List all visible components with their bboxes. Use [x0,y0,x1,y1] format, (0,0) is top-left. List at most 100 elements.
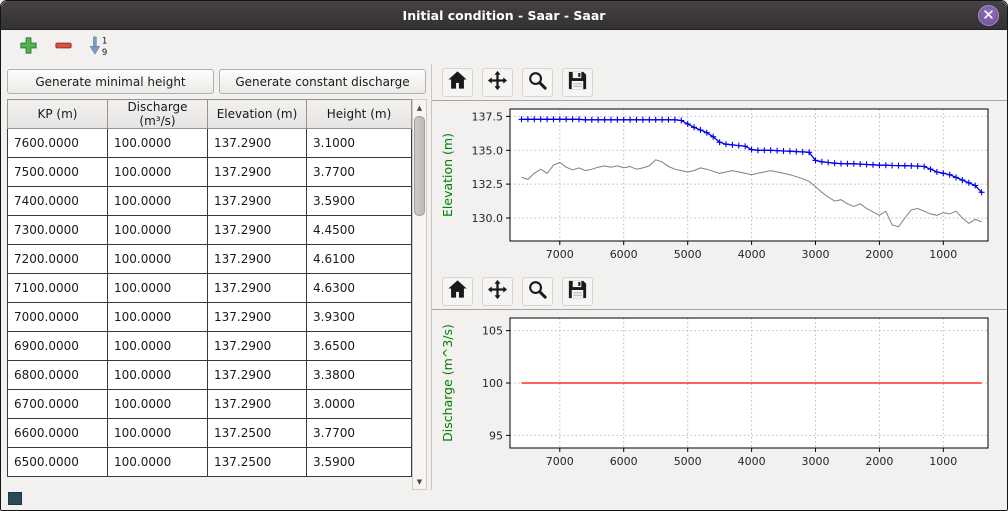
table-cell[interactable]: 7600.0000 [8,129,108,158]
svg-text:4000: 4000 [738,455,766,468]
table-zone: KP (m)Discharge (m³/s)Elevation (m)Heigh… [7,99,431,490]
table-cell[interactable]: 6900.0000 [8,332,108,361]
scroll-down-button[interactable]: ▼ [413,474,426,489]
app-window: Initial condition - Saar - Saar 19 Gener… [0,0,1008,511]
table-cell[interactable]: 3.3800 [307,361,412,390]
svg-text:1000: 1000 [929,248,957,261]
elevation-save-button[interactable] [562,68,593,97]
table-cell[interactable]: 6600.0000 [8,419,108,448]
table-cell[interactable]: 3.0000 [307,390,412,419]
scrollbar-thumb[interactable] [414,116,425,216]
elevation-zoom-button[interactable] [522,68,553,97]
svg-text:132.5: 132.5 [472,178,504,191]
generate-constant-discharge-button[interactable]: Generate constant discharge [219,69,426,94]
table-cell[interactable]: 3.7700 [307,419,412,448]
table-cell[interactable]: 100.0000 [108,158,208,187]
titlebar[interactable]: Initial condition - Saar - Saar [1,1,1007,30]
table-cell[interactable]: 100.0000 [108,216,208,245]
table-cell[interactable]: 100.0000 [108,274,208,303]
table-cell[interactable]: 7200.0000 [8,245,108,274]
table-cell[interactable]: 6500.0000 [8,448,108,477]
remove-row-button[interactable] [48,32,78,62]
svg-text:7000: 7000 [546,455,574,468]
table-cell[interactable]: 7300.0000 [8,216,108,245]
column-header[interactable]: Discharge (m³/s) [108,100,208,129]
table-cell[interactable]: 7400.0000 [8,187,108,216]
table-row: 7100.0000100.0000137.29004.6300 [8,274,412,303]
discharge-zoom-button[interactable] [522,277,553,306]
table-cell[interactable]: 137.2900 [208,158,307,187]
table-cell[interactable]: 100.0000 [108,303,208,332]
status-indicator [8,492,22,505]
discharge-save-button[interactable] [562,277,593,306]
table-cell[interactable]: 137.2500 [208,448,307,477]
zoom-icon [526,278,549,301]
table-cell[interactable]: 137.2900 [208,245,307,274]
svg-text:130.0: 130.0 [472,212,504,225]
table-cell[interactable]: 100.0000 [108,187,208,216]
table-cell[interactable]: 100.0000 [108,245,208,274]
pan-icon [486,278,509,301]
zoom-icon [526,69,549,92]
elevation-home-button[interactable] [442,68,473,97]
table-cell[interactable]: 137.2900 [208,332,307,361]
pan-icon [486,69,509,92]
table-cell[interactable]: 3.7700 [307,158,412,187]
table-cell[interactable]: 137.2900 [208,216,307,245]
sort-rows-button[interactable]: 19 [83,32,113,62]
table-cell[interactable]: 7000.0000 [8,303,108,332]
svg-text:Elevation (m): Elevation (m) [440,133,455,217]
discharge-chart-toolbar [432,273,1007,310]
close-button[interactable] [978,5,999,26]
svg-text:2000: 2000 [865,248,893,261]
column-header[interactable]: KP (m) [8,100,108,129]
table-cell[interactable]: 100.0000 [108,332,208,361]
table-cell[interactable]: 4.4500 [307,216,412,245]
save-icon [566,69,589,92]
table-cell[interactable]: 3.1000 [307,129,412,158]
svg-text:105: 105 [482,325,503,338]
column-header[interactable]: Elevation (m) [208,100,307,129]
discharge-pan-button[interactable] [482,277,513,306]
window-title: Initial condition - Saar - Saar [1,8,1007,23]
table-cell[interactable]: 100.0000 [108,390,208,419]
table-cell[interactable]: 137.2900 [208,390,307,419]
generate-minimal-height-button[interactable]: Generate minimal height [7,69,214,94]
add-row-button[interactable] [13,32,43,62]
table-cell[interactable]: 3.5900 [307,187,412,216]
table-cell[interactable]: 4.6100 [307,245,412,274]
table-row: 6500.0000100.0000137.25003.5900 [8,448,412,477]
table-row: 7400.0000100.0000137.29003.5900 [8,187,412,216]
svg-text:137.5: 137.5 [472,110,504,123]
table-cell[interactable]: 3.6500 [307,332,412,361]
table-cell[interactable]: 137.2900 [208,274,307,303]
down-arrow-icon: ▼ [417,478,422,486]
elevation-chart-toolbar [432,64,1007,101]
table-cell[interactable]: 137.2500 [208,419,307,448]
column-header[interactable]: Height (m) [307,100,412,129]
table-cell[interactable]: 137.2900 [208,129,307,158]
table-cell[interactable]: 3.9300 [307,303,412,332]
table-cell[interactable]: 7100.0000 [8,274,108,303]
elevation-pan-button[interactable] [482,68,513,97]
table-cell[interactable]: 7500.0000 [8,158,108,187]
table-cell[interactable]: 6700.0000 [8,390,108,419]
table-row: 6800.0000100.0000137.29003.3800 [8,361,412,390]
table-cell[interactable]: 4.6300 [307,274,412,303]
elevation-chart-wrap: 7000600050004000300020001000130.0132.513… [432,101,1007,273]
discharge-chart[interactable]: 700060005000400030002000100095100105Disc… [436,310,998,480]
table-cell[interactable]: 100.0000 [108,448,208,477]
table-cell[interactable]: 3.5900 [307,448,412,477]
discharge-home-button[interactable] [442,277,473,306]
elevation-chart[interactable]: 7000600050004000300020001000130.0132.513… [436,101,998,273]
table-cell[interactable]: 100.0000 [108,129,208,158]
svg-text:Discharge (m^3/s): Discharge (m^3/s) [440,324,455,442]
table-cell[interactable]: 100.0000 [108,361,208,390]
scroll-up-button[interactable]: ▲ [413,100,426,115]
table-scrollbar[interactable]: ▲ ▼ [412,99,427,490]
table-cell[interactable]: 137.2900 [208,303,307,332]
table-cell[interactable]: 137.2900 [208,361,307,390]
table-cell[interactable]: 137.2900 [208,187,307,216]
table-cell[interactable]: 100.0000 [108,419,208,448]
table-cell[interactable]: 6800.0000 [8,361,108,390]
